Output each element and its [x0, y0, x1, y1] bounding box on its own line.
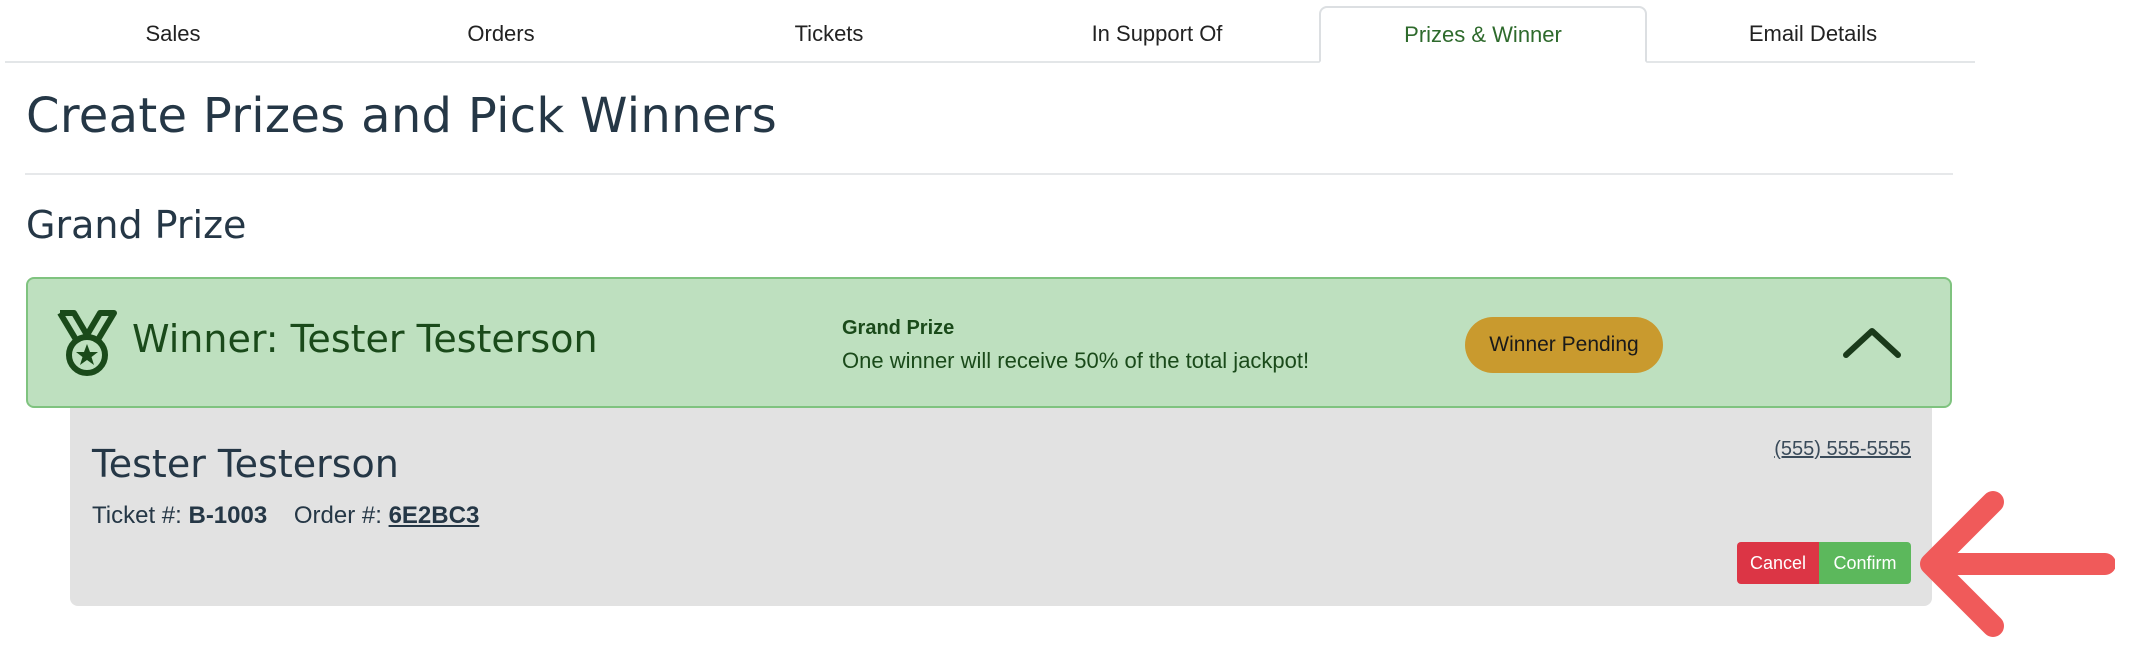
tab-in-support-of[interactable]: In Support Of: [993, 6, 1321, 61]
winner-heading: Winner: Tester Testerson: [132, 317, 598, 361]
status-badge: Winner Pending: [1465, 317, 1663, 373]
tab-bar: Sales Orders Tickets In Support Of Prize…: [5, 6, 1975, 63]
tab-email-details[interactable]: Email Details: [1649, 6, 1977, 61]
winner-details: Tester Testerson Ticket #: B-1003 Order …: [70, 408, 1932, 606]
arrow-left-icon: [1920, 491, 2115, 637]
winner-name: Tester Testerson: [92, 442, 399, 486]
chevron-up-icon[interactable]: [1842, 325, 1902, 359]
confirm-button[interactable]: Confirm: [1819, 542, 1911, 584]
tab-tickets[interactable]: Tickets: [665, 6, 993, 61]
prize-header[interactable]: Winner: Tester Testerson Grand Prize One…: [26, 277, 1952, 408]
order-label: Order #:: [293, 502, 382, 529]
section-title: Grand Prize: [26, 203, 247, 247]
tab-orders[interactable]: Orders: [337, 6, 665, 61]
page-title: Create Prizes and Pick Winners: [26, 88, 778, 144]
ticket-number: B-1003: [188, 502, 268, 529]
winner-meta: Ticket #: B-1003 Order #: 6E2BC3: [92, 502, 479, 530]
tab-prizes-winner[interactable]: Prizes & Winner: [1319, 6, 1647, 63]
ticket-label: Ticket #:: [92, 502, 182, 529]
cancel-button[interactable]: Cancel: [1737, 542, 1819, 584]
prize-info: Grand Prize One winner will receive 50% …: [842, 317, 1309, 374]
divider: [25, 173, 1953, 175]
order-number-link[interactable]: 6E2BC3: [389, 502, 480, 529]
prize-description: One winner will receive 50% of the total…: [842, 348, 1310, 373]
medal-icon: [57, 310, 117, 376]
prize-name: Grand Prize: [842, 317, 955, 339]
action-buttons: Cancel Confirm: [1737, 542, 1911, 584]
tab-sales[interactable]: Sales: [9, 6, 337, 61]
phone-link[interactable]: (555) 555-5555: [1774, 438, 1911, 461]
